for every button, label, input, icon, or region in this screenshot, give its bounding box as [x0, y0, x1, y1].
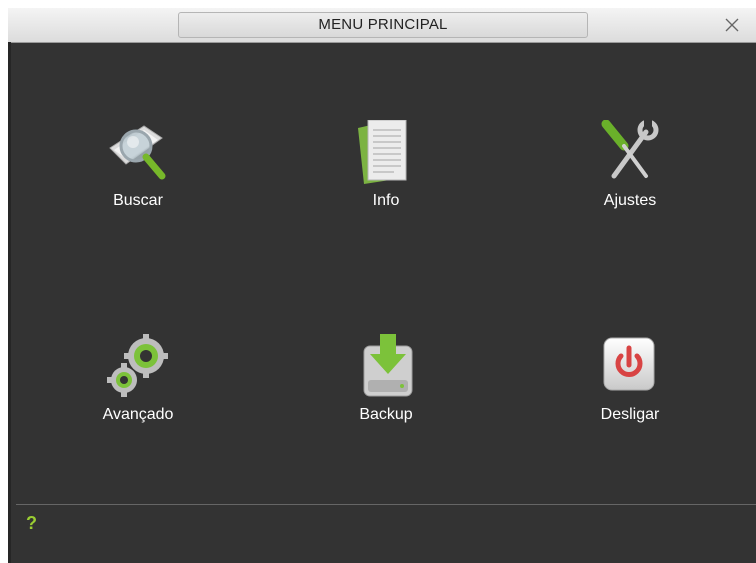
menu-item-desligar[interactable]: Desligar [560, 334, 700, 444]
menu-label-avancado: Avançado [102, 406, 174, 423]
menu-label-info: Info [372, 192, 400, 209]
help-button[interactable]: ? [26, 513, 37, 534]
window-frame [8, 42, 11, 563]
menu-label-desligar: Desligar [600, 406, 660, 423]
search-icon [109, 125, 166, 180]
menu-label-ajustes: Ajustes [603, 192, 657, 209]
menu-item-buscar[interactable]: Buscar [68, 120, 208, 230]
wrench-screwdriver-icon [601, 120, 659, 179]
menu-label-backup: Backup [359, 406, 413, 423]
footer-divider [16, 504, 756, 505]
menu-item-ajustes[interactable]: Ajustes [560, 120, 700, 230]
menu-item-avancado[interactable]: Avançado [68, 334, 208, 444]
menu-label-buscar: Buscar [113, 192, 163, 209]
menu-item-backup[interactable]: Backup [316, 334, 456, 444]
gears-icon [107, 334, 168, 397]
close-button[interactable] [720, 13, 744, 37]
close-icon [725, 18, 739, 32]
main-menu-window: MENU PRINCIPAL Buscar Info Ajustes Avanç… [8, 8, 756, 563]
info-document-icon [358, 120, 407, 184]
power-icon [603, 337, 655, 391]
window-title: MENU PRINCIPAL [178, 12, 588, 38]
backup-download-icon [363, 334, 413, 397]
menu-item-info[interactable]: Info [316, 120, 456, 230]
title-bar: MENU PRINCIPAL [8, 8, 756, 43]
